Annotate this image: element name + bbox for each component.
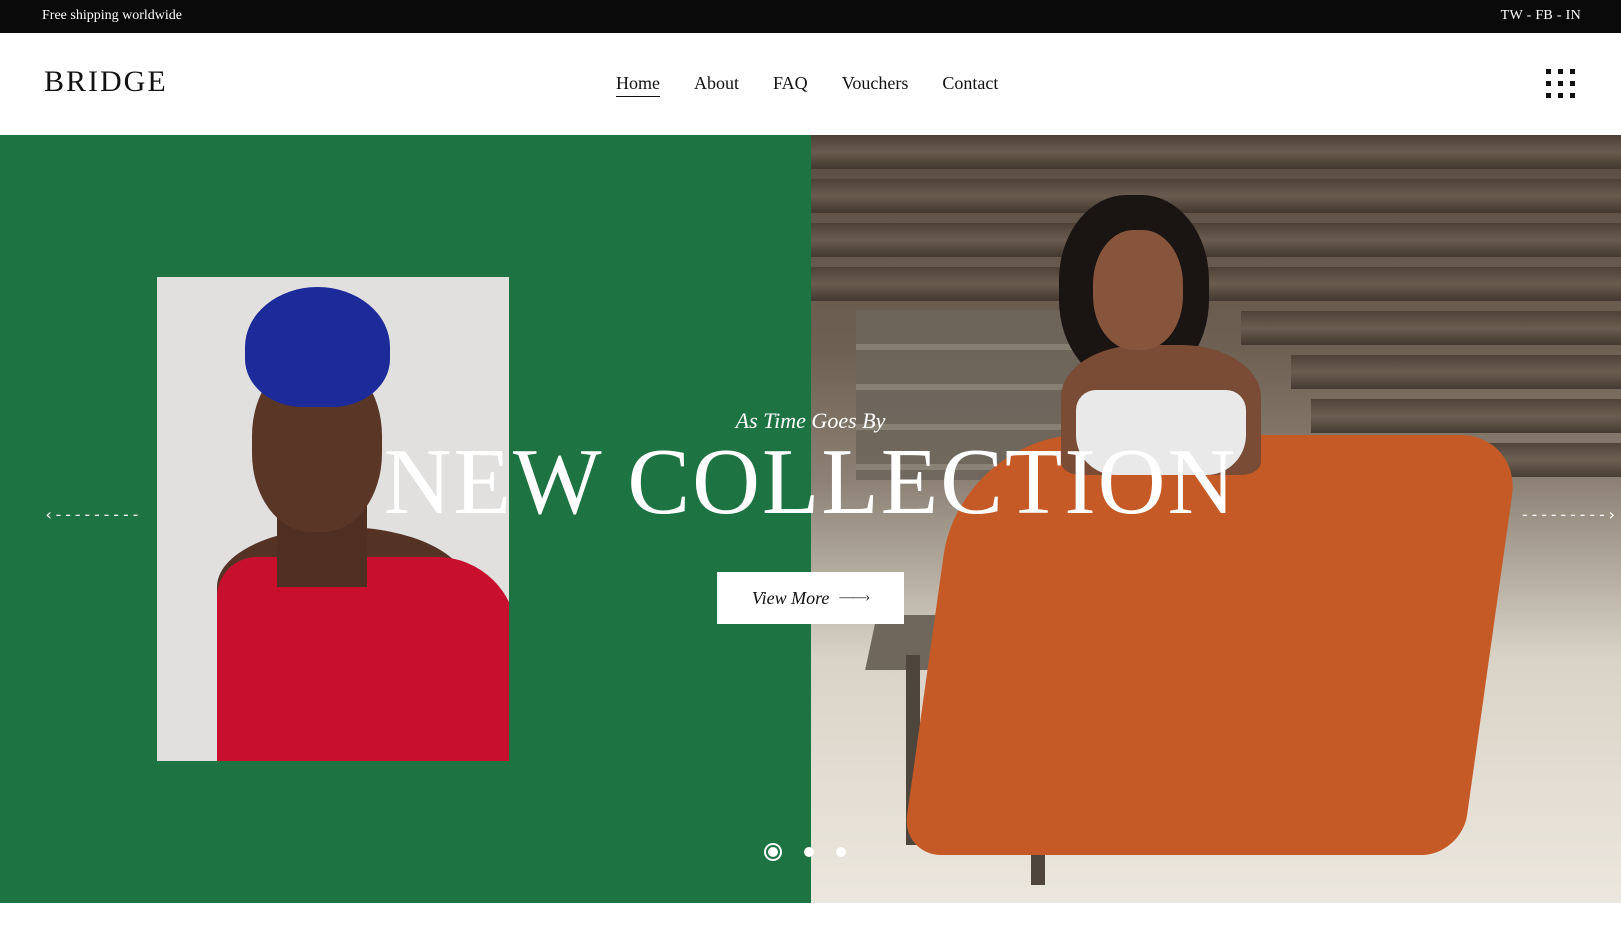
site-header: BRIDGE Home About FAQ Vouchers Contact bbox=[0, 33, 1621, 135]
slider-dot-3[interactable] bbox=[836, 847, 846, 857]
nav-item-contact[interactable]: Contact bbox=[942, 73, 998, 97]
nav-item-vouchers[interactable]: Vouchers bbox=[842, 73, 909, 97]
social-links[interactable]: TW - FB - IN bbox=[1501, 8, 1581, 24]
hero-slider: As Time Goes By NEW COLLECTION View More… bbox=[0, 135, 1621, 903]
view-more-label: View More bbox=[751, 587, 830, 608]
nav-item-about[interactable]: About bbox=[694, 73, 739, 97]
slider-pagination bbox=[764, 843, 846, 861]
slider-dot-1[interactable] bbox=[764, 843, 782, 861]
grid-menu-icon[interactable] bbox=[1546, 69, 1576, 99]
main-nav: Home About FAQ Vouchers Contact bbox=[616, 73, 998, 97]
top-bar: Free shipping worldwide TW - FB - IN bbox=[0, 0, 1621, 33]
arrow-right-icon[interactable]: ---------› bbox=[1520, 505, 1616, 524]
hero-title: NEW COLLECTION bbox=[383, 430, 1238, 534]
site-logo[interactable]: BRIDGE bbox=[44, 65, 168, 99]
nav-item-home[interactable]: Home bbox=[616, 73, 660, 97]
long-arrow-right-icon: ――› bbox=[839, 590, 870, 605]
view-more-button[interactable]: View More ――› bbox=[717, 572, 904, 624]
shipping-notice: Free shipping worldwide bbox=[42, 8, 182, 23]
slider-dot-2[interactable] bbox=[804, 847, 814, 857]
nav-item-faq[interactable]: FAQ bbox=[773, 73, 808, 97]
arrow-left-icon[interactable]: ‹--------- bbox=[44, 505, 140, 524]
